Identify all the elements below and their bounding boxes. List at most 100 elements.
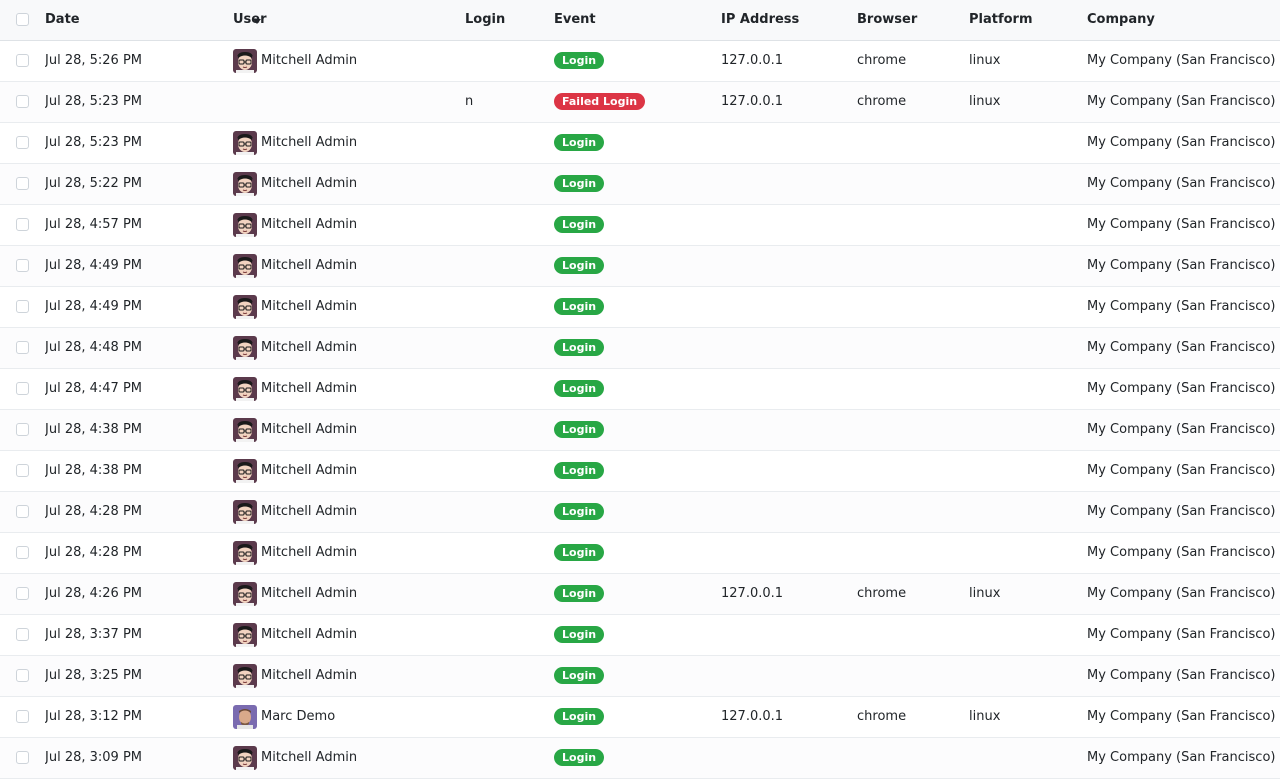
browser-cell: chrome	[857, 94, 907, 109]
table-row[interactable]: Jul 28, 5:23 PM n Failed Login 127.0.0.1 chr…	[0, 81, 1280, 122]
event-badge: Login	[554, 462, 605, 479]
table-row[interactable]: Jul 28, 4:49 PM Mitchell Admin Login My Com…	[0, 286, 1280, 327]
row-checkbox[interactable]	[16, 382, 29, 395]
column-header-ip[interactable]: IP Address	[721, 0, 857, 41]
column-label-login: Login	[465, 12, 506, 28]
event-badge: Login	[554, 52, 605, 69]
row-select-cell[interactable]	[0, 409, 45, 450]
row-select-cell[interactable]	[0, 696, 45, 737]
row-select-cell[interactable]	[0, 81, 45, 122]
browser-cell	[857, 450, 969, 491]
table-row[interactable]: Jul 28, 4:47 PM Mitchell Admin Login My Com…	[0, 368, 1280, 409]
row-select-cell[interactable]	[0, 450, 45, 491]
user-cell: Mitchell Admin	[233, 327, 465, 368]
ip-cell	[721, 614, 857, 655]
row-checkbox[interactable]	[16, 341, 29, 354]
row-select-cell[interactable]	[0, 40, 45, 81]
date-cell: Jul 28, 4:28 PM	[45, 545, 143, 560]
table-row[interactable]: Jul 28, 4:28 PM Mitchell Admin Login My Com…	[0, 532, 1280, 573]
company-cell: My Company (San Francisco)	[1087, 422, 1276, 437]
column-header-event[interactable]: Event	[554, 0, 721, 41]
table-row[interactable]: Jul 28, 4:38 PM Mitchell Admin Login My Com…	[0, 409, 1280, 450]
row-checkbox[interactable]	[16, 54, 29, 67]
row-checkbox[interactable]	[16, 177, 29, 190]
row-select-cell[interactable]	[0, 122, 45, 163]
row-select-cell[interactable]	[0, 614, 45, 655]
table-row[interactable]: Jul 28, 5:23 PM Mitchell Admin Login My Com…	[0, 122, 1280, 163]
row-select-cell[interactable]	[0, 491, 45, 532]
date-cell: Jul 28, 5:23 PM	[45, 135, 143, 150]
row-select-cell[interactable]	[0, 573, 45, 614]
header-select-all[interactable]	[0, 0, 45, 41]
row-select-cell[interactable]	[0, 655, 45, 696]
row-checkbox[interactable]	[16, 423, 29, 436]
table-row[interactable]: Jul 28, 4:28 PM Mitchell Admin Login My Com…	[0, 491, 1280, 532]
row-select-cell[interactable]	[0, 737, 45, 778]
row-select-cell[interactable]	[0, 327, 45, 368]
table-row[interactable]: Jul 28, 4:48 PM Mitchell Admin Login My Com…	[0, 327, 1280, 368]
platform-cell	[969, 409, 1087, 450]
column-label-platform: Platform	[969, 12, 1033, 28]
column-header-platform[interactable]: Platform	[969, 0, 1087, 41]
row-checkbox[interactable]	[16, 300, 29, 313]
column-header-company[interactable]: Company	[1087, 0, 1280, 41]
row-checkbox[interactable]	[16, 710, 29, 723]
login-cell	[465, 286, 554, 327]
row-checkbox[interactable]	[16, 505, 29, 518]
ip-cell	[721, 655, 857, 696]
column-header-date[interactable]: Date	[45, 0, 261, 41]
row-checkbox[interactable]	[16, 464, 29, 477]
table-row[interactable]: Jul 28, 3:25 PM Mitchell Admin Login My Com…	[0, 655, 1280, 696]
table-row[interactable]: Jul 28, 3:12 PM Marc Demo Login 127.0.0.1 ch…	[0, 696, 1280, 737]
company-cell: My Company (San Francisco)	[1087, 586, 1276, 601]
user-avatar	[233, 253, 257, 278]
row-checkbox[interactable]	[16, 669, 29, 682]
date-cell: Jul 28, 5:26 PM	[45, 53, 143, 68]
table-row[interactable]: Jul 28, 4:26 PM Mitchell Admin Login 127.0.…	[0, 573, 1280, 614]
ip-cell	[721, 409, 857, 450]
row-select-cell[interactable]	[0, 368, 45, 409]
user-cell: Mitchell Admin	[233, 614, 465, 655]
ip-cell	[721, 163, 857, 204]
table-row[interactable]: Jul 28, 3:37 PM Mitchell Admin Login My Com…	[0, 614, 1280, 655]
row-checkbox[interactable]	[16, 628, 29, 641]
column-header-login[interactable]: Login	[465, 0, 554, 41]
row-select-cell[interactable]	[0, 163, 45, 204]
row-select-cell[interactable]	[0, 532, 45, 573]
column-header-user[interactable]: User	[233, 0, 465, 41]
table-row[interactable]: Jul 28, 5:26 PM Mitchell Admin Login 127.0.…	[0, 40, 1280, 81]
row-checkbox[interactable]	[16, 95, 29, 108]
row-select-cell[interactable]	[0, 286, 45, 327]
row-select-cell[interactable]	[0, 204, 45, 245]
row-checkbox[interactable]	[16, 751, 29, 764]
user-name: Mitchell Admin	[261, 504, 358, 519]
user-name: Mitchell Admin	[261, 340, 358, 355]
user-cell: Mitchell Admin	[233, 40, 465, 81]
platform-cell	[969, 286, 1087, 327]
event-badge: Login	[554, 421, 605, 438]
event-badge: Login	[554, 216, 605, 233]
row-checkbox[interactable]	[16, 259, 29, 272]
select-all-checkbox[interactable]	[16, 13, 29, 27]
column-label-company: Company	[1087, 12, 1155, 28]
user-cell: Mitchell Admin	[233, 450, 465, 491]
column-header-browser[interactable]: Browser	[857, 0, 969, 41]
table-row[interactable]: Jul 28, 4:57 PM Mitchell Admin Login My Com…	[0, 204, 1280, 245]
platform-cell	[969, 614, 1087, 655]
row-checkbox[interactable]	[16, 136, 29, 149]
event-badge: Login	[554, 298, 605, 315]
row-select-cell[interactable]	[0, 245, 45, 286]
row-checkbox[interactable]	[16, 546, 29, 559]
user-cell: Mitchell Admin	[233, 204, 465, 245]
table-row[interactable]: Jul 28, 3:09 PM Mitchell Admin Login My Com…	[0, 737, 1280, 778]
browser-cell	[857, 532, 969, 573]
table-row[interactable]: Jul 28, 4:49 PM Mitchell Admin Login My Com…	[0, 245, 1280, 286]
row-checkbox[interactable]	[16, 587, 29, 600]
date-cell: Jul 28, 4:38 PM	[45, 422, 143, 437]
login-cell	[465, 532, 554, 573]
login-cell	[465, 368, 554, 409]
table-row[interactable]: Jul 28, 4:38 PM Mitchell Admin Login My Com…	[0, 450, 1280, 491]
event-badge: Login	[554, 667, 605, 684]
row-checkbox[interactable]	[16, 218, 29, 231]
table-row[interactable]: Jul 28, 5:22 PM Mitchell Admin Login My Com…	[0, 163, 1280, 204]
